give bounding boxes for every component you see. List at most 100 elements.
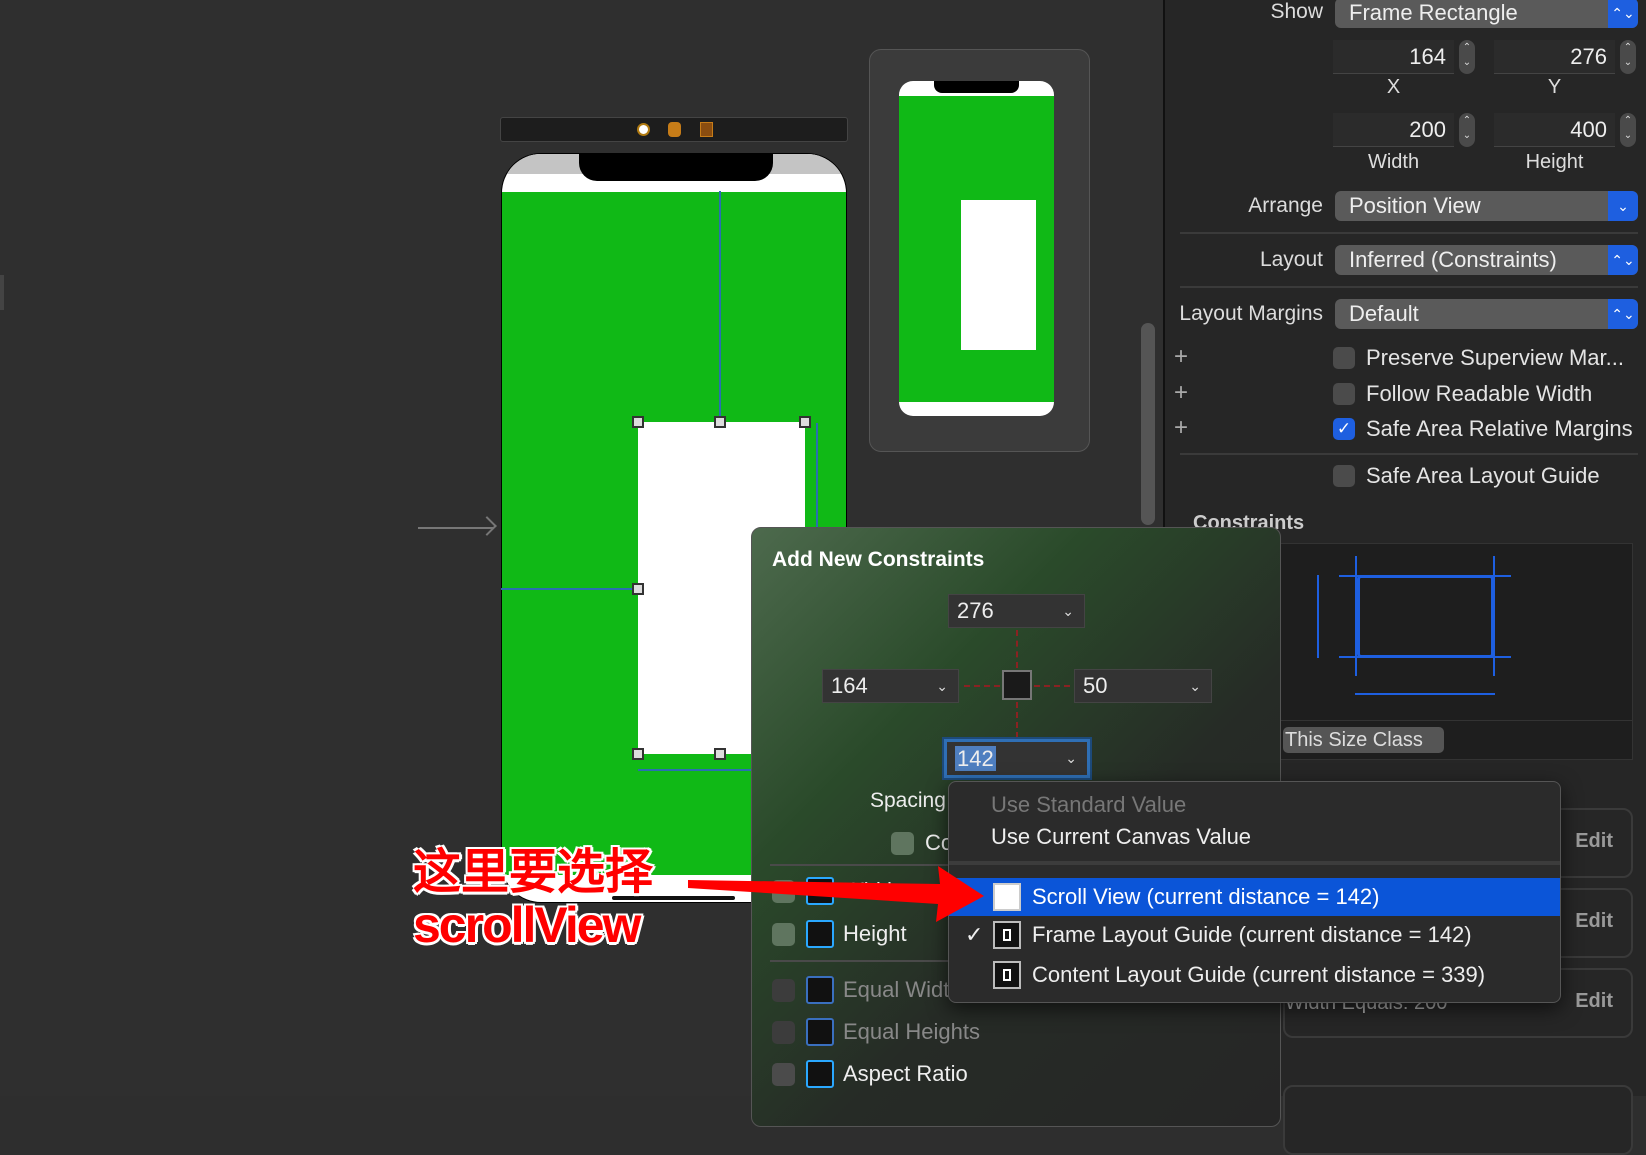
x-label: X: [1386, 76, 1401, 98]
edit-button[interactable]: Edit: [1575, 830, 1613, 853]
annotation-line1: 这里要选择: [413, 844, 654, 900]
x-stepper[interactable]: ⌃ ⌄: [1459, 40, 1475, 74]
resize-handle[interactable]: [632, 583, 644, 595]
spacing-dropdown-menu: Use Standard Value Use Current Canvas Va…: [948, 781, 1561, 1003]
show-value: Frame Rectangle: [1349, 0, 1518, 25]
scene-dock: [500, 117, 848, 142]
resize-handle[interactable]: [714, 416, 726, 428]
layout-margins-popup[interactable]: Default ⌃⌄: [1335, 299, 1638, 329]
resize-handle[interactable]: [632, 416, 644, 428]
bottom-spacing-value: 142: [955, 746, 996, 771]
aspect-ratio-label: Aspect Ratio: [843, 1061, 968, 1086]
arrange-popup[interactable]: Position View ⌄: [1335, 191, 1638, 221]
equal-heights-label: Equal Heights: [843, 1019, 980, 1044]
layout-label: Layout: [1259, 248, 1323, 271]
width-checkbox[interactable]: [772, 880, 795, 903]
width-stepper[interactable]: ⌃ ⌄: [1459, 113, 1475, 147]
leading-constraint-line: [501, 588, 638, 590]
popover-title: Add New Constraints: [772, 548, 985, 571]
height-checkbox[interactable]: [772, 923, 795, 946]
canvas-scrollbar[interactable]: [1141, 323, 1155, 525]
leading-spacing-field[interactable]: 164 ⌄: [822, 669, 959, 703]
trailing-constraint-line: [816, 423, 818, 528]
resize-handle[interactable]: [632, 748, 644, 760]
bottom-spacing-field[interactable]: 142 ⌄: [944, 739, 1090, 778]
updown-chevron-icon: ⌃⌄: [1608, 299, 1638, 329]
layout-margins-label: Layout Margins: [1179, 302, 1323, 325]
menu-item-use-canvas-value[interactable]: Use Current Canvas Value: [949, 818, 1560, 856]
height-constraint-icon: [806, 920, 834, 948]
layout-margins-value: Default: [1349, 301, 1419, 326]
leading-constraint-strut[interactable]: [964, 685, 1000, 687]
preserve-superview-margins-label: Preserve Superview Mar...: [1366, 345, 1624, 370]
arrange-label: Arrange: [1248, 194, 1323, 217]
top-spacing-value: 276: [957, 598, 994, 623]
this-size-class-button[interactable]: This Size Class: [1283, 727, 1444, 753]
menu-item-scroll-view[interactable]: Scroll View (current distance = 142): [949, 878, 1560, 916]
width-label: Width: [843, 878, 900, 903]
menu-item-frame-layout-guide[interactable]: ✓ Frame Layout Guide (current distance = …: [949, 916, 1560, 954]
menu-separator: [949, 861, 1560, 865]
trailing-constraint-strut[interactable]: [1034, 685, 1070, 687]
show-popup[interactable]: Frame Rectangle ⌃⌄: [1335, 0, 1638, 28]
top-constraint-line: [719, 191, 721, 422]
resize-handle[interactable]: [714, 748, 726, 760]
view-controller-icon[interactable]: [637, 123, 650, 136]
canvas-edge-marker: [0, 275, 4, 310]
bottom-constraint-line: [638, 769, 751, 771]
x-field[interactable]: 164: [1333, 40, 1454, 74]
edit-button[interactable]: Edit: [1575, 990, 1613, 1013]
constrain-to-margins-checkbox[interactable]: [891, 832, 914, 855]
menu-item-label: Frame Layout Guide (current distance = 1…: [1032, 922, 1472, 947]
plus-icon[interactable]: +: [1174, 379, 1188, 407]
chevron-down-icon: ⌄: [1189, 678, 1201, 694]
top-constraint-strut[interactable]: [1016, 630, 1018, 668]
leading-spacing-value: 164: [831, 673, 868, 698]
preview-notch: [934, 81, 1019, 93]
equal-heights-checkbox[interactable]: [772, 1021, 795, 1044]
width-constraint-icon: [806, 877, 834, 905]
height-field[interactable]: 400: [1494, 113, 1615, 147]
width-field[interactable]: 200: [1333, 113, 1454, 147]
constraint-center-square: [1002, 670, 1032, 700]
preserve-superview-margins-checkbox[interactable]: [1333, 347, 1355, 369]
equal-widths-checkbox[interactable]: [772, 979, 795, 1002]
height-label: Height: [1525, 151, 1584, 173]
y-stepper[interactable]: ⌃ ⌄: [1620, 40, 1636, 74]
layout-guide-icon: [993, 961, 1021, 989]
resize-handle[interactable]: [799, 416, 811, 428]
first-responder-icon[interactable]: [668, 122, 681, 137]
layout-popup[interactable]: Inferred (Constraints) ⌃⌄: [1335, 245, 1638, 275]
menu-item-label: Content Layout Guide (current distance =…: [1032, 962, 1486, 987]
y-field[interactable]: 276: [1494, 40, 1615, 74]
chevron-down-icon: ⌄: [1065, 750, 1077, 766]
checkmark-icon: ✓: [965, 922, 984, 947]
equal-heights-icon: [806, 1018, 834, 1046]
updown-chevron-icon: ⌃⌄: [1608, 245, 1638, 275]
edit-button[interactable]: Edit: [1575, 910, 1613, 933]
trailing-spacing-field[interactable]: 50 ⌄: [1074, 669, 1212, 703]
notch: [579, 154, 773, 181]
menu-item-label: Use Current Canvas Value: [991, 824, 1252, 849]
top-spacing-field[interactable]: 276 ⌄: [948, 594, 1085, 628]
exit-icon[interactable]: [700, 122, 713, 137]
follow-readable-width-checkbox[interactable]: [1333, 383, 1355, 405]
safe-area-relative-margins-checkbox[interactable]: ✓: [1333, 418, 1355, 440]
divider: [1180, 453, 1638, 455]
scroll-view-icon: [993, 883, 1021, 911]
height-stepper[interactable]: ⌃ ⌄: [1620, 113, 1636, 147]
follow-readable-width-label: Follow Readable Width: [1366, 381, 1593, 406]
aspect-ratio-checkbox[interactable]: [772, 1063, 795, 1086]
show-label: Show: [1270, 0, 1323, 23]
preview-device-frame: [869, 49, 1090, 452]
chevron-down-icon: ⌄: [1608, 191, 1638, 221]
safe-area-layout-guide-checkbox[interactable]: [1333, 465, 1355, 487]
aspect-ratio-icon: [806, 1060, 834, 1088]
entry-arrow-head-icon: [477, 516, 497, 536]
preview-white-view: [961, 200, 1036, 350]
constraint-view-box: [1357, 575, 1494, 658]
bottom-constraint-strut[interactable]: [1016, 702, 1018, 738]
plus-icon[interactable]: +: [1174, 343, 1188, 371]
menu-item-content-layout-guide[interactable]: Content Layout Guide (current distance =…: [949, 956, 1560, 994]
plus-icon[interactable]: +: [1174, 414, 1188, 442]
